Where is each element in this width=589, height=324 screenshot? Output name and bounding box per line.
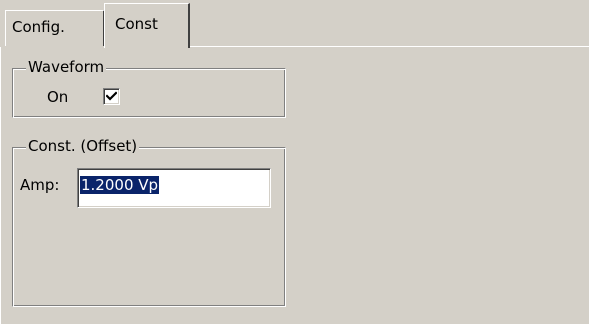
on-label: On (47, 88, 69, 106)
on-checkbox[interactable] (103, 88, 120, 105)
waveform-legend: Waveform (26, 58, 107, 76)
amp-input[interactable]: 1.2000 Vp (77, 168, 271, 208)
amp-label: Amp: (20, 176, 60, 194)
amp-value-selected-text: 1.2000 Vp (80, 176, 160, 194)
check-icon (106, 91, 117, 101)
tab-strip: Config. Const (0, 0, 589, 48)
const-offset-legend: Const. (Offset) (26, 137, 140, 155)
tab-config-label: Config. (12, 18, 65, 36)
tab-const[interactable]: Const (104, 3, 190, 48)
tab-const-label: Const (115, 15, 158, 33)
dialog-window: Config. Const Waveform On Const. (Offset… (0, 0, 589, 324)
tab-config[interactable]: Config. (5, 10, 105, 46)
